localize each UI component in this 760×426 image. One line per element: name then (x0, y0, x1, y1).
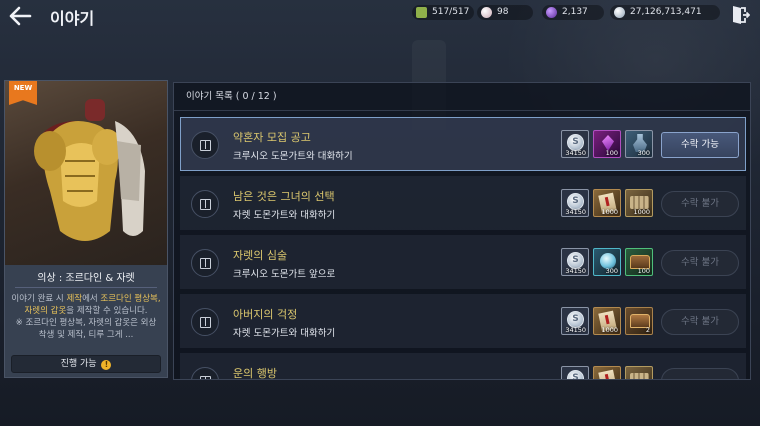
costume-description: 이야기 완료 시 제작에서 조르다인 평상복, 자렛의 갑옷을 제작할 수 있습… (11, 293, 161, 351)
desc-note: ※ 조르다인 평상복, 자렛의 갑옷은 외상 착생 및 제작, 티루 그게 ..… (15, 318, 157, 340)
exit-icon[interactable] (730, 4, 751, 26)
reward-qty: 1000 (633, 208, 650, 216)
costume-artwork: NEW (5, 81, 167, 265)
accept-disabled-button[interactable] (661, 368, 739, 379)
story-title: 운의 행방 (233, 367, 277, 380)
stone-icon (630, 373, 649, 379)
silver-counter[interactable]: 27,126,713,471 (610, 5, 720, 20)
story-row[interactable]: 아버지의 걱정 자렛 도몬가트와 대화하기 S 34150 1000 2 수락 불… (180, 294, 746, 348)
reward-potion[interactable]: 300 (625, 130, 653, 158)
reward-silver[interactable]: S 34150 (561, 248, 589, 276)
door-icon (191, 308, 219, 336)
scroll-icon (598, 369, 617, 379)
story-subtitle: 자렛 도몬가트와 대화하기 (233, 328, 336, 339)
story-row[interactable]: 약혼자 모집 공고 크루시오 도몬가트와 대화하기 S 34150 100 300… (180, 117, 746, 171)
progress-available-button[interactable]: 진행 가능 ! (11, 355, 161, 373)
reward-scroll[interactable] (593, 366, 621, 379)
costume-info: 의상 : 조르다인 & 자렛 이야기 완료 시 제작에서 조르다인 평상복, 자… (5, 265, 167, 377)
reward-silver[interactable]: S 34150 (561, 307, 589, 335)
alert-icon: ! (101, 360, 112, 370)
reward-orb[interactable]: 300 (593, 248, 621, 276)
reward-qty: 34150 (565, 267, 586, 275)
reward-chest[interactable]: 100 (625, 248, 653, 276)
door-icon (191, 190, 219, 218)
reward-scroll[interactable]: 1000 (593, 189, 621, 217)
accept-disabled-button[interactable]: 수락 불가 (661, 191, 739, 217)
accept-disabled-button[interactable]: 수락 불가 (661, 250, 739, 276)
silver-coin-icon: S (567, 370, 584, 379)
desc-text: 에서 (82, 294, 101, 304)
reward-stone[interactable] (625, 366, 653, 379)
reward-qty: 100 (637, 267, 650, 275)
costume-card: NEW 의상 : 조르다인 & 자렛 이야기 완료 시 제작에서 조르다인 평상… (4, 80, 168, 378)
silver-coin-icon (614, 7, 625, 18)
door-icon (191, 367, 219, 379)
pearl-counter[interactable]: 98 (477, 5, 533, 20)
story-list-header: 이야기 목록 ( 0 / 12 ) (174, 83, 750, 111)
desc-text: 을 제작할 수 있습니다. (66, 306, 148, 316)
story-title: 자렛의 심술 (233, 249, 288, 262)
reward-qty: 1000 (601, 326, 618, 334)
pearl-value: 98 (497, 7, 509, 17)
story-row[interactable]: 운의 행방 S (180, 353, 746, 380)
door-icon (191, 249, 219, 277)
gem-value: 2,137 (562, 7, 588, 17)
desc-text: 이야기 완료 시 (11, 294, 67, 304)
reward-silver[interactable]: S 34150 (561, 189, 589, 217)
story-title: 아버지의 걱정 (233, 308, 298, 321)
divider (15, 287, 157, 288)
gem-icon (546, 7, 557, 18)
costume-name: 의상 : 조르다인 & 자렛 (37, 273, 135, 284)
reward-qty: 34150 (565, 326, 586, 334)
pearl-icon (481, 7, 492, 18)
story-subtitle: 크루시오 도몬가트와 대화하기 (233, 151, 353, 162)
desc-highlight: 제작 (66, 294, 83, 304)
reward-stone[interactable]: 1000 (625, 189, 653, 217)
reward-qty: 1000 (601, 208, 618, 216)
gem-counter[interactable]: 2,137 (542, 5, 604, 20)
top-bar: 이야기 517/517 98 2,137 27,126,713,471 (0, 0, 760, 32)
stamina-icon (416, 7, 427, 18)
story-title: 남은 것은 그녀의 선택 (233, 190, 335, 203)
story-subtitle: 크루시오 도몬가트 앞으로 (233, 269, 336, 280)
accept-disabled-button[interactable]: 수락 불가 (661, 309, 739, 335)
reward-qty: 100 (605, 149, 618, 157)
reward-qty: 34150 (565, 149, 586, 157)
reward-chest[interactable]: 2 (625, 307, 653, 335)
story-row[interactable]: 남은 것은 그녀의 선택 자렛 도몬가트와 대화하기 S 34150 1000 1… (180, 176, 746, 230)
reward-silver[interactable]: S (561, 366, 589, 379)
back-arrow-icon[interactable] (8, 5, 32, 27)
stamina-value: 517/517 (432, 7, 470, 17)
accept-button[interactable]: 수락 가능 (661, 132, 739, 158)
reward-gem[interactable]: 100 (593, 130, 621, 158)
stamina-counter[interactable]: 517/517 (412, 5, 474, 20)
reward-qty: 2 (645, 326, 650, 334)
reward-qty: 300 (637, 149, 650, 157)
reward-silver[interactable]: S 34150 (561, 130, 589, 158)
story-row[interactable]: 자렛의 심술 크루시오 도몬가트 앞으로 S 34150 300 100 수락 불… (180, 235, 746, 289)
story-list-panel: 이야기 목록 ( 0 / 12 ) 약혼자 모집 공고 크루시오 도몬가트와 대… (173, 82, 751, 380)
reward-qty: 300 (605, 267, 618, 275)
silver-value: 27,126,713,471 (630, 7, 702, 17)
reward-qty: 34150 (565, 208, 586, 216)
reward-scroll[interactable]: 1000 (593, 307, 621, 335)
progress-label: 진행 가능 (60, 359, 97, 369)
story-title: 약혼자 모집 공고 (233, 131, 311, 144)
page-title: 이야기 (50, 9, 95, 28)
door-icon (191, 131, 219, 159)
story-subtitle: 자렛 도몬가트와 대화하기 (233, 210, 336, 221)
